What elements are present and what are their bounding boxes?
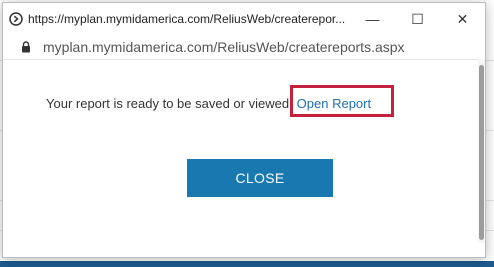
screen: https://myplan.mymidamerica.com/ReliusWe… [0,0,494,267]
title-bar[interactable]: https://myplan.mymidamerica.com/ReliusWe… [3,3,485,35]
maximize-button[interactable]: ☐ [395,3,440,35]
window-controls: — ☐ ✕ [350,3,485,35]
minimize-button[interactable]: — [350,3,395,35]
address-bar: myplan.mymidamerica.com/ReliusWeb/create… [3,35,485,60]
url-text: myplan.mymidamerica.com/ReliusWeb/create… [43,39,405,55]
lock-icon [20,40,32,54]
close-button[interactable]: CLOSE [187,159,333,197]
browser-page-icon [9,12,23,26]
report-ready-message: Your report is ready to be saved or view… [46,96,293,111]
message-row: Your report is ready to be saved or view… [46,96,371,111]
open-report-link[interactable]: Open Report [297,96,371,111]
dialog-content: Your report is ready to be saved or view… [3,60,485,256]
scrollbar-thumb[interactable] [479,65,484,240]
close-window-button[interactable]: ✕ [440,3,485,35]
popup-window: https://myplan.mymidamerica.com/ReliusWe… [2,2,486,258]
background-footer-strip [0,261,494,267]
window-title: https://myplan.mymidamerica.com/ReliusWe… [28,12,346,26]
